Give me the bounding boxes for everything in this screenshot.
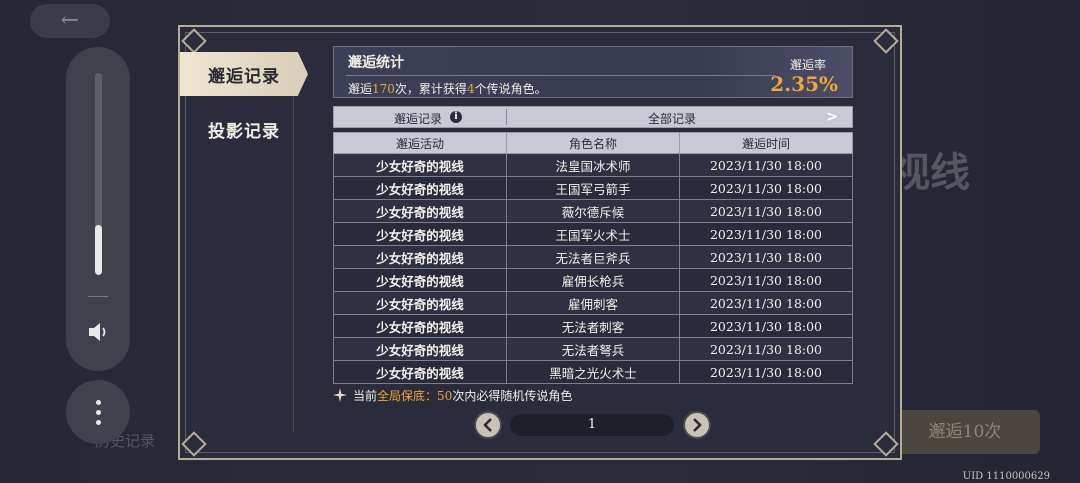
more-options-button[interactable]: [66, 380, 130, 444]
filter-divider: [506, 109, 507, 125]
cell-time: 2023/11/30 18:00: [679, 222, 853, 246]
table-row: 少女好奇的视线 黑暗之光火术士 2023/11/30 18:00: [333, 360, 853, 384]
table-row: 少女好奇的视线 王国军火术士 2023/11/30 18:00: [333, 222, 853, 246]
header-activity: 邂逅活动: [333, 132, 507, 154]
table-row: 少女好奇的视线 雇佣长枪兵 2023/11/30 18:00: [333, 268, 853, 292]
background-summon-button: 邂逅10次: [890, 410, 1040, 454]
record-table: 邂逅活动 角色名称 邂逅时间 少女好奇的视线 法皇国冰术师 2023/11/30 1…: [333, 132, 853, 384]
prev-page-button[interactable]: [476, 413, 500, 437]
legendary-count: 4: [466, 82, 475, 96]
cell-activity: 少女好奇的视线: [333, 268, 507, 292]
table-row: 少女好奇的视线 无法者巨斧兵 2023/11/30 18:00: [333, 245, 853, 269]
rate-label: 邂逅率: [789, 58, 826, 72]
cell-character: 王国军弓箭手: [506, 176, 680, 200]
table-row: 少女好奇的视线 王国军弓箭手 2023/11/30 18:00: [333, 176, 853, 200]
cell-character: 雇佣长枪兵: [506, 268, 680, 292]
background-title: 视线: [890, 149, 970, 196]
back-button: ←: [30, 4, 110, 38]
next-page-button[interactable]: [685, 413, 709, 437]
filter-label: 邂逅记录: [394, 112, 443, 126]
page-indicator: 1: [510, 414, 674, 436]
pity-note: 当前全局保底：50次内必得随机传说角色: [333, 387, 572, 404]
stats-title: 邂逅统计: [348, 55, 404, 71]
cell-activity: 少女好奇的视线: [333, 291, 507, 315]
cell-time: 2023/11/30 18:00: [679, 360, 853, 384]
table-row: 少女好奇的视线 无法者弩兵 2023/11/30 18:00: [333, 337, 853, 361]
record-filter-bar[interactable]: 邂逅记录 i 全部记录 >: [333, 106, 853, 128]
cell-character: 雇佣刺客: [506, 291, 680, 315]
table-header-row: 邂逅活动 角色名称 邂逅时间: [333, 132, 853, 154]
cell-activity: 少女好奇的视线: [333, 153, 507, 177]
cell-character: 王国军火术士: [506, 222, 680, 246]
cell-activity: 少女好奇的视线: [333, 314, 507, 338]
cell-character: 无法者刺客: [506, 314, 680, 338]
cell-activity: 少女好奇的视线: [333, 245, 507, 269]
cell-character: 无法者巨斧兵: [506, 245, 680, 269]
cell-time: 2023/11/30 18:00: [679, 199, 853, 223]
header-character: 角色名称: [506, 132, 680, 154]
cell-time: 2023/11/30 18:00: [679, 291, 853, 315]
filter-value: 全部记录: [648, 112, 697, 126]
chevron-left-icon: [483, 418, 492, 432]
cell-activity: 少女好奇的视线: [333, 199, 507, 223]
cell-activity: 少女好奇的视线: [333, 360, 507, 384]
record-panel: 邂逅记录 投影记录 邂逅统计 邂逅170次，累计获得4个传说角色。 邂逅率 2.…: [178, 25, 902, 460]
table-row: 少女好奇的视线 无法者刺客 2023/11/30 18:00: [333, 314, 853, 338]
cell-time: 2023/11/30 18:00: [679, 337, 853, 361]
more-icon-dot: [96, 410, 101, 415]
table-row: 少女好奇的视线 雇佣刺客 2023/11/30 18:00: [333, 291, 853, 315]
more-icon-dot: [96, 420, 101, 425]
cell-activity: 少女好奇的视线: [333, 337, 507, 361]
uid-label: UID 1110000629: [962, 471, 1050, 482]
sparkle-icon: [333, 388, 347, 402]
cell-time: 2023/11/30 18:00: [679, 176, 853, 200]
chevron-right-icon[interactable]: >: [826, 109, 838, 125]
more-icon-dot: [96, 400, 101, 405]
volume-slider-fill: [95, 224, 102, 275]
tab-summon-record[interactable]: 邂逅记录: [180, 52, 308, 96]
cell-activity: 少女好奇的视线: [333, 222, 507, 246]
cell-time: 2023/11/30 18:00: [679, 314, 853, 338]
tab-summon-record-label: 邂逅记录: [208, 67, 280, 87]
cell-activity: 少女好奇的视线: [333, 176, 507, 200]
volume-divider: [88, 296, 108, 297]
cell-character: 黑暗之光火术士: [506, 360, 680, 384]
cell-character: 薇尔德斥候: [506, 199, 680, 223]
cell-character: 无法者弩兵: [506, 337, 680, 361]
tab-projection-record[interactable]: 投影记录: [208, 117, 280, 142]
speaker-icon[interactable]: [86, 321, 110, 343]
volume-slider[interactable]: [95, 73, 102, 275]
volume-control: [66, 47, 130, 371]
stats-description: 邂逅170次，累计获得4个传说角色。: [348, 82, 547, 96]
summon-count: 170: [372, 82, 395, 96]
cell-time: 2023/11/30 18:00: [679, 245, 853, 269]
table-row: 少女好奇的视线 薇尔德斥候 2023/11/30 18:00: [333, 199, 853, 223]
cell-character: 法皇国冰术师: [506, 153, 680, 177]
cell-time: 2023/11/30 18:00: [679, 268, 853, 292]
header-time: 邂逅时间: [679, 132, 853, 154]
summon-stats: 邂逅统计 邂逅170次，累计获得4个传说角色。 邂逅率 2.35%: [333, 46, 853, 98]
stats-divider: [346, 75, 776, 76]
sidebar-divider: [293, 87, 294, 432]
chevron-right-icon: [693, 418, 702, 432]
table-row: 少女好奇的视线 法皇国冰术师 2023/11/30 18:00: [333, 153, 853, 177]
cell-time: 2023/11/30 18:00: [679, 153, 853, 177]
info-icon[interactable]: i: [450, 111, 462, 123]
pity-count: 50: [437, 389, 453, 403]
rate-value: 2.35%: [770, 72, 838, 96]
